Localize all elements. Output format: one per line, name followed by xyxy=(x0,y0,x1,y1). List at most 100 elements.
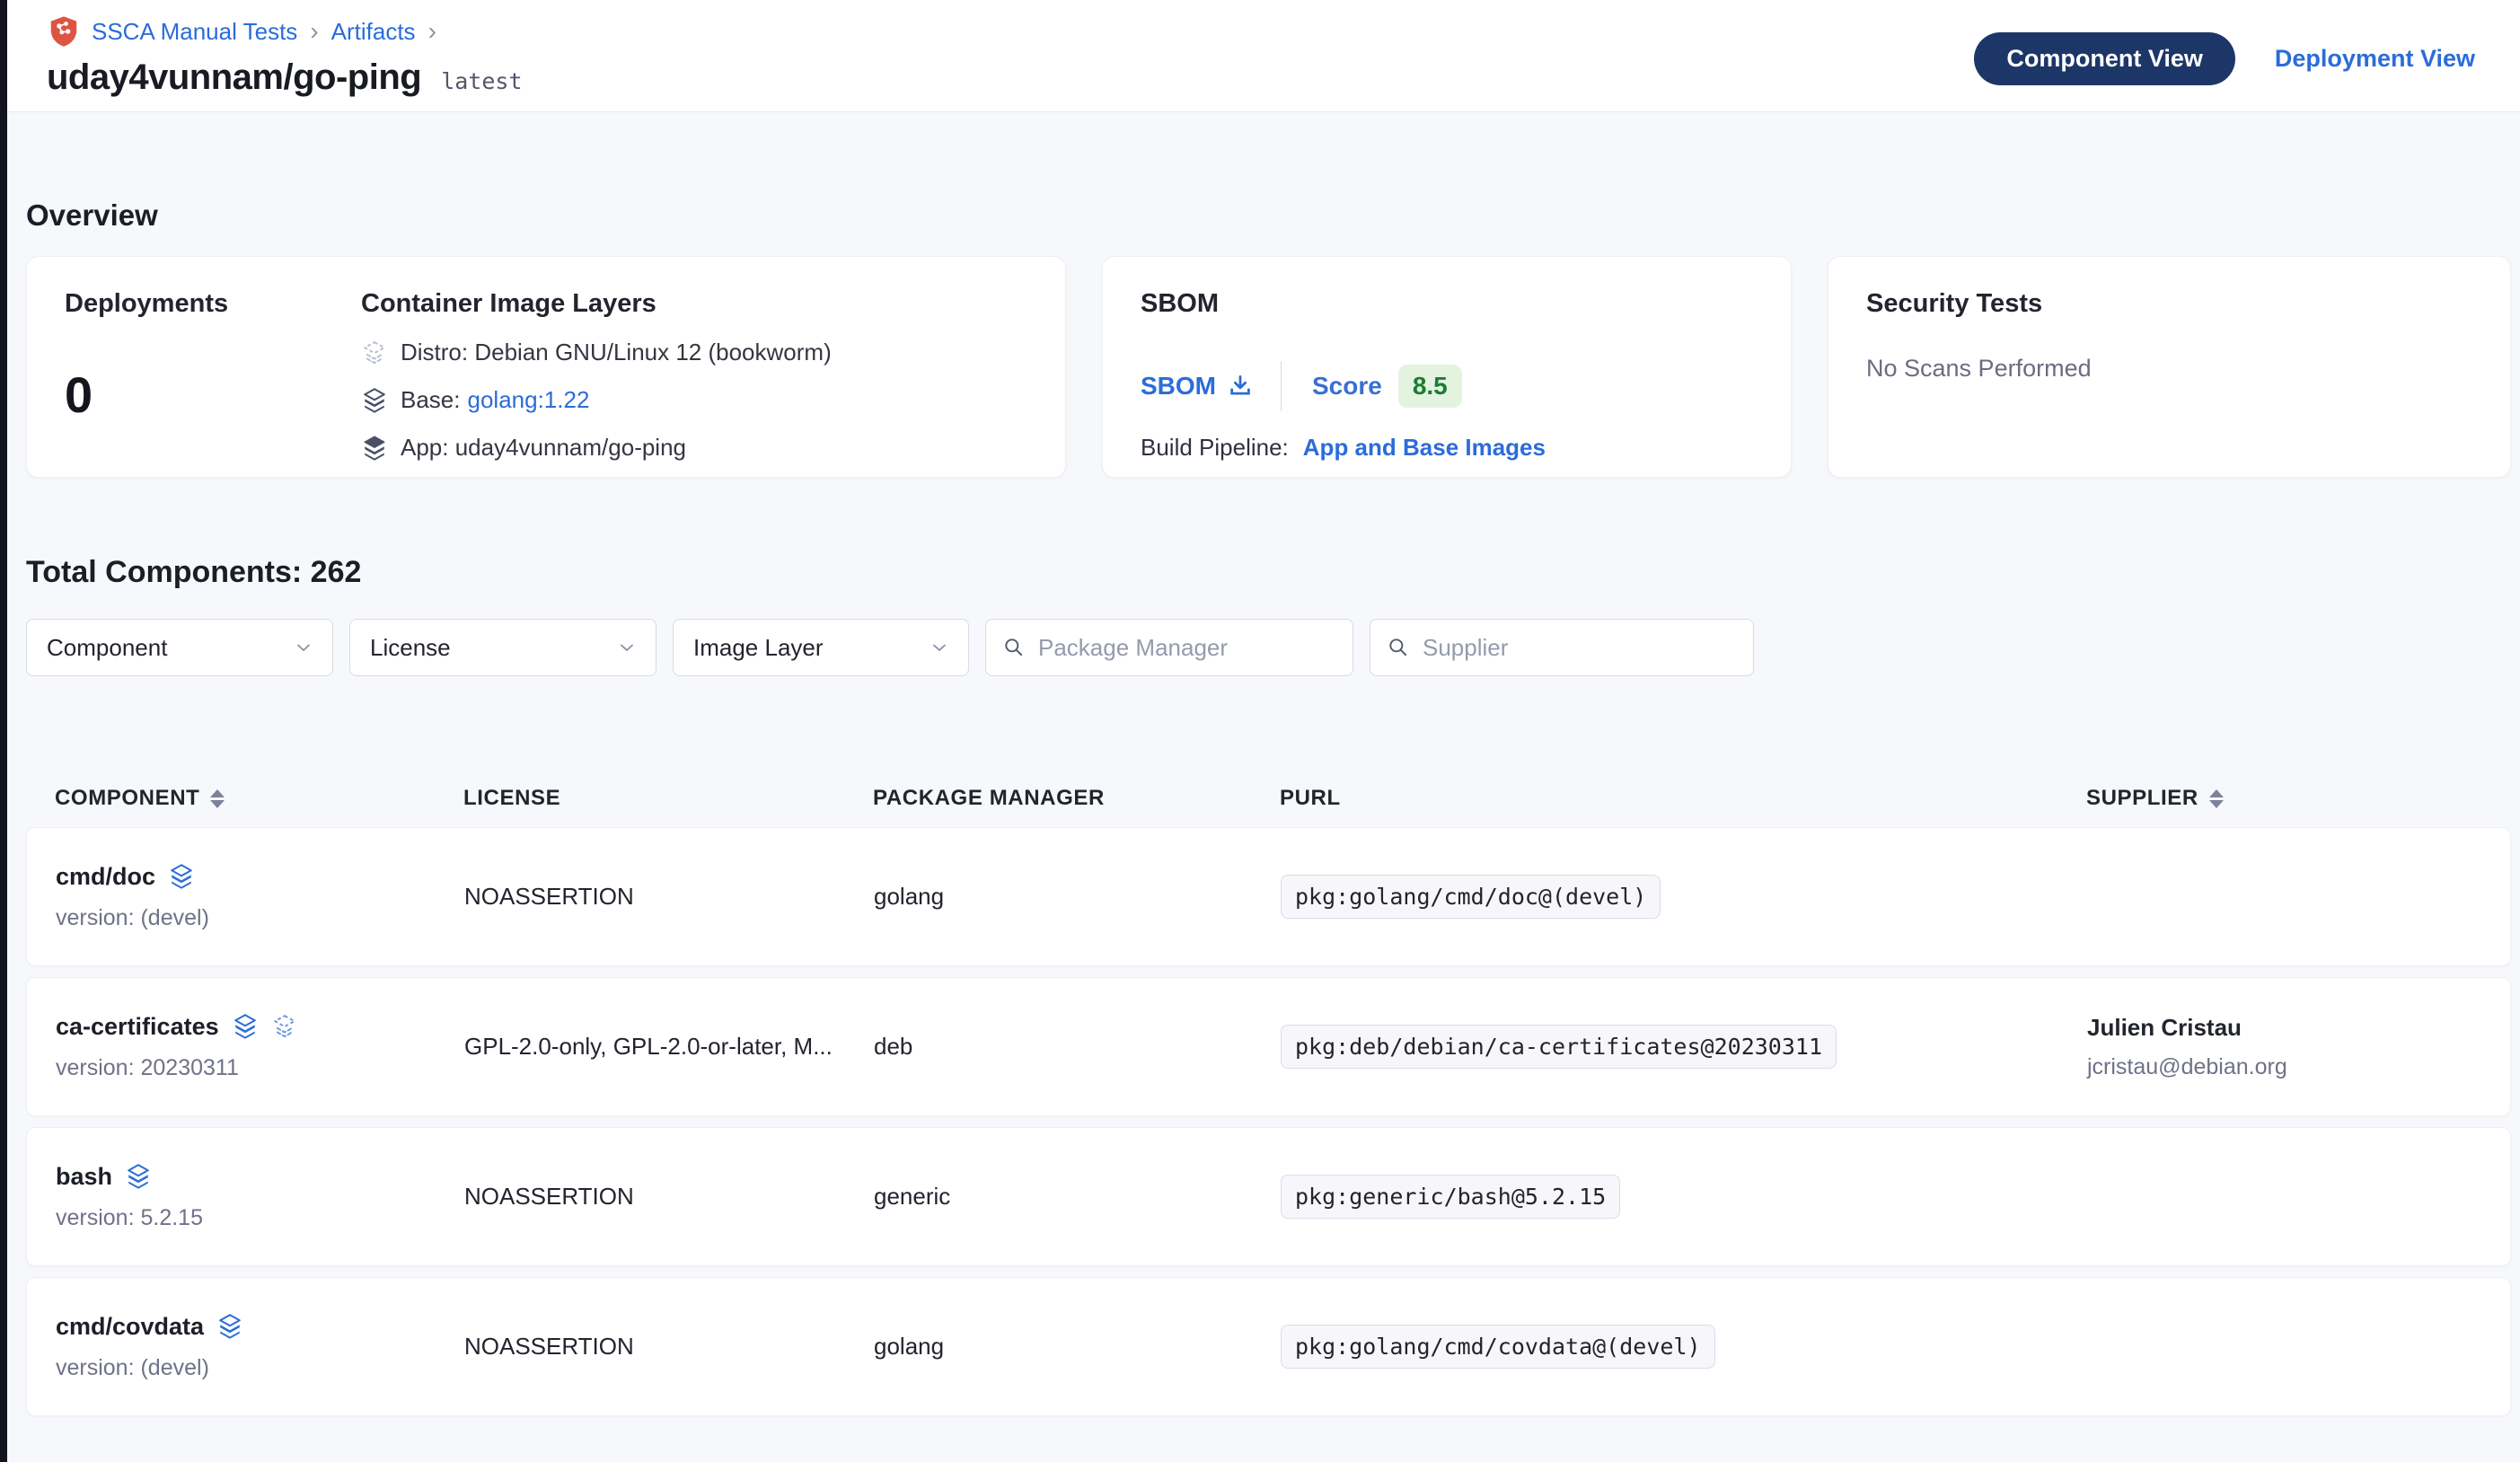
components-table: cmd/doc version: (devel) NOASSERTION gol… xyxy=(26,827,2511,1416)
chevron-down-icon xyxy=(293,637,314,658)
layer-stack-icon xyxy=(232,1013,259,1040)
deployments-section: Deployments 0 xyxy=(65,289,361,445)
component-filter-dropdown[interactable]: Component xyxy=(26,619,333,676)
view-toggle: Component View Deployment View xyxy=(1974,32,2475,85)
column-header-supplier[interactable]: SUPPLIER xyxy=(2086,786,2511,811)
ssca-shield-icon xyxy=(47,14,81,48)
package-manager-cell: deb xyxy=(874,1033,1281,1061)
purl-badge: pkg:generic/bash@5.2.15 xyxy=(1281,1175,1620,1219)
overview-cards: Deployments 0 Container Image Layers Dis… xyxy=(26,256,2511,478)
package-manager-search-input[interactable] xyxy=(1038,634,1336,662)
layer-stack-dashed-icon xyxy=(361,339,388,366)
purl-badge: pkg:deb/debian/ca-certificates@20230311 xyxy=(1281,1025,1837,1069)
license-cell: NOASSERTION xyxy=(464,1333,874,1361)
layer-stack-half-icon xyxy=(361,387,388,414)
sbom-score-badge: 8.5 xyxy=(1398,365,1462,408)
table-row[interactable]: cmd/covdata version: (devel) NOASSERTION… xyxy=(26,1277,2511,1416)
column-header-package-manager: PACKAGE MANAGER xyxy=(873,786,1280,811)
purl-cell: pkg:golang/cmd/doc@(devel) xyxy=(1281,875,2087,919)
license-filter-label: License xyxy=(370,634,451,662)
base-image-link[interactable]: golang:1.22 xyxy=(468,386,590,414)
package-manager-cell: golang xyxy=(874,883,1281,911)
sbom-download-label: SBOM xyxy=(1141,372,1216,401)
package-manager-cell: generic xyxy=(874,1183,1281,1211)
purl-badge: pkg:golang/cmd/doc@(devel) xyxy=(1281,875,1661,919)
supplier-name: Julien Cristau xyxy=(2087,1014,2510,1042)
table-row[interactable]: bash version: 5.2.15 NOASSERTION generic… xyxy=(26,1127,2511,1266)
image-layer-filter-dropdown[interactable]: Image Layer xyxy=(673,619,969,676)
build-pipeline-link[interactable]: App and Base Images xyxy=(1303,434,1546,462)
component-view-button[interactable]: Component View xyxy=(1974,32,2235,85)
component-version: version: (devel) xyxy=(56,905,464,931)
layer-stack-icon xyxy=(216,1313,243,1340)
supplier-email: jcristau@debian.org xyxy=(2087,1054,2510,1080)
build-pipeline-label: Build Pipeline: xyxy=(1141,434,1289,462)
version-tag: latest xyxy=(441,68,522,94)
deployment-view-link[interactable]: Deployment View xyxy=(2275,45,2475,73)
base-layer-row: Base: golang:1.22 xyxy=(361,386,1027,414)
component-cell: cmd/covdata version: (devel) xyxy=(56,1313,464,1381)
layer-stack-icon xyxy=(125,1163,152,1190)
layer-stack-dashed-icon xyxy=(271,1013,298,1040)
package-manager-cell: golang xyxy=(874,1333,1281,1361)
divider xyxy=(1281,361,1282,411)
supplier-cell xyxy=(2087,1341,2510,1353)
breadcrumb-link-project[interactable]: SSCA Manual Tests xyxy=(92,18,297,46)
component-name: cmd/doc xyxy=(56,863,155,891)
search-icon xyxy=(1387,636,1410,659)
column-header-license: LICENSE xyxy=(463,786,873,811)
supplier-search-input[interactable] xyxy=(1423,634,1737,662)
component-cell: cmd/doc version: (devel) xyxy=(56,863,464,931)
sbom-title: SBOM xyxy=(1141,289,1753,319)
table-row[interactable]: cmd/doc version: (devel) NOASSERTION gol… xyxy=(26,827,2511,966)
component-cell: bash version: 5.2.15 xyxy=(56,1163,464,1231)
supplier-cell xyxy=(2087,1191,2510,1203)
component-name: ca-certificates xyxy=(56,1013,219,1041)
page-title: uday4vunnam/go-ping xyxy=(47,57,421,98)
download-icon[interactable] xyxy=(1227,373,1254,400)
license-filter-dropdown[interactable]: License xyxy=(349,619,656,676)
page-header: SSCA Manual Tests › Artifacts › uday4vun… xyxy=(0,0,2520,112)
layer-stack-icon xyxy=(168,863,195,890)
total-components-heading: Total Components: 262 xyxy=(26,555,2511,590)
deployments-title: Deployments xyxy=(65,289,361,319)
image-layer-filter-label: Image Layer xyxy=(693,634,824,662)
breadcrumb-link-artifacts[interactable]: Artifacts xyxy=(331,18,416,46)
distro-layer-row: Distro: Debian GNU/Linux 12 (bookworm) xyxy=(361,339,1027,366)
sbom-download-link[interactable]: SBOM xyxy=(1141,372,1254,401)
sbom-score-label: Score xyxy=(1312,372,1382,401)
sort-icon[interactable] xyxy=(2209,789,2224,808)
sbom-card: SBOM SBOM Score 8.5 Build Pipeline: App … xyxy=(1102,256,1792,478)
chevron-down-icon xyxy=(616,637,638,658)
purl-cell: pkg:generic/bash@5.2.15 xyxy=(1281,1175,2087,1219)
main-content: Overview Deployments 0 Container Image L… xyxy=(0,198,2520,1416)
app-layer-row: App: uday4vunnam/go-ping xyxy=(361,434,1027,462)
component-name: bash xyxy=(56,1163,112,1191)
table-row[interactable]: ca-certificates version: 20230311 GPL-2.… xyxy=(26,977,2511,1116)
component-name: cmd/covdata xyxy=(56,1313,204,1341)
component-version: version: 20230311 xyxy=(56,1055,464,1081)
component-version: version: (devel) xyxy=(56,1355,464,1381)
distro-layer-label: Distro: Debian GNU/Linux 12 (bookworm) xyxy=(401,339,832,366)
image-layers-section: Container Image Layers Distro: Debian GN… xyxy=(361,289,1027,445)
image-layers-title: Container Image Layers xyxy=(361,289,1027,319)
base-layer-label: Base: xyxy=(401,386,461,414)
purl-badge: pkg:golang/cmd/covdata@(devel) xyxy=(1281,1325,1715,1369)
license-cell: GPL-2.0-only, GPL-2.0-or-later, M... xyxy=(464,1033,874,1061)
supplier-search xyxy=(1370,619,1754,676)
search-icon xyxy=(1002,636,1026,659)
security-tests-title: Security Tests xyxy=(1866,289,2472,319)
component-cell: ca-certificates version: 20230311 xyxy=(56,1013,464,1081)
deployments-layers-card: Deployments 0 Container Image Layers Dis… xyxy=(26,256,1066,478)
table-header: COMPONENT LICENSE PACKAGE MANAGER PURL S… xyxy=(26,786,2511,811)
app-layer-label: App: uday4vunnam/go-ping xyxy=(401,434,686,462)
security-tests-card: Security Tests No Scans Performed xyxy=(1828,256,2511,478)
component-filter-label: Component xyxy=(47,634,167,662)
filter-bar: Component License Image Layer xyxy=(26,619,2511,676)
package-manager-search xyxy=(985,619,1353,676)
sort-icon[interactable] xyxy=(210,789,225,808)
purl-cell: pkg:deb/debian/ca-certificates@20230311 xyxy=(1281,1025,2087,1069)
license-cell: NOASSERTION xyxy=(464,883,874,911)
column-header-component[interactable]: COMPONENT xyxy=(55,786,463,811)
breadcrumb-separator: › xyxy=(427,19,438,44)
